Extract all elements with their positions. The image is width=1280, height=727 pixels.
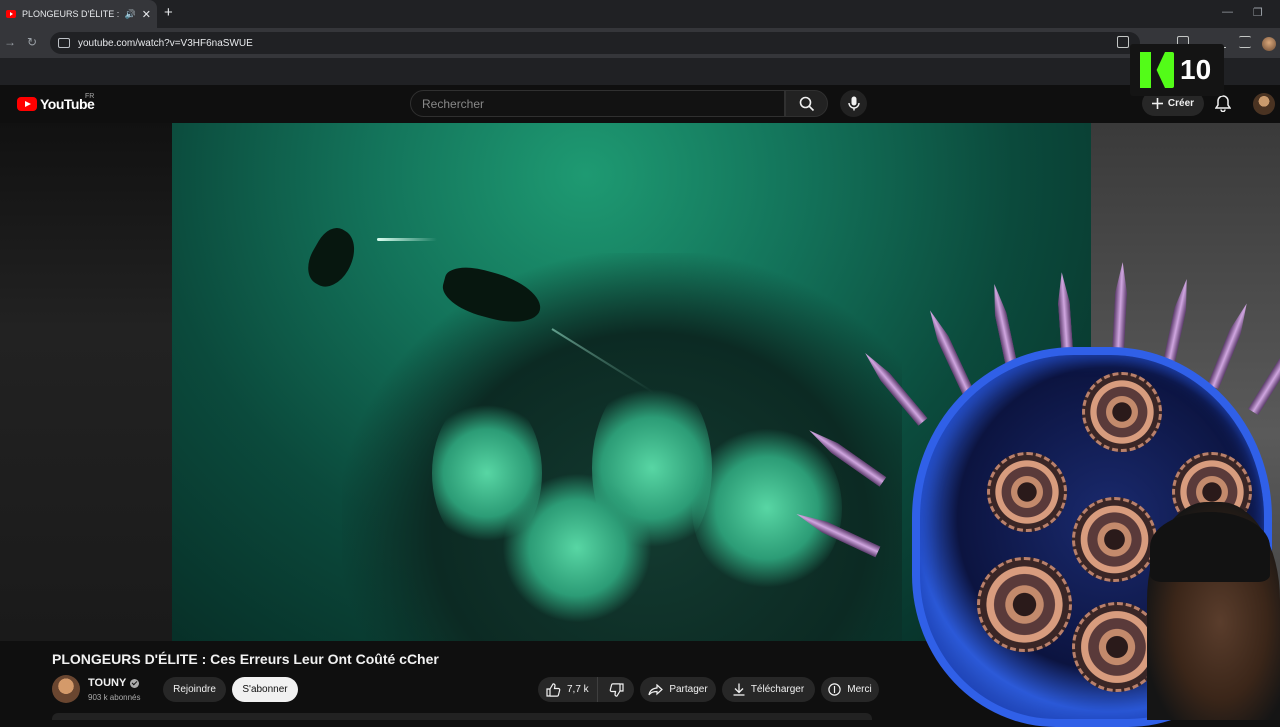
like-button[interactable]: 7,7 k xyxy=(538,677,598,702)
download-button[interactable]: Télécharger xyxy=(722,677,815,702)
minimize-button[interactable]: — xyxy=(1222,6,1233,18)
download-label: Télécharger xyxy=(750,684,805,695)
youtube-logo[interactable]: YouTube xyxy=(17,96,95,112)
gear-icon xyxy=(1082,372,1162,452)
bookmarks-bar xyxy=(0,58,1280,85)
restore-button[interactable]: ❐ xyxy=(1253,6,1263,19)
search-box[interactable] xyxy=(410,90,785,117)
spike-decoration xyxy=(925,308,974,395)
search-icon xyxy=(799,96,814,111)
reading-list-icon[interactable] xyxy=(1239,36,1251,48)
spike-decoration xyxy=(861,349,928,426)
coral-cluster xyxy=(692,423,842,593)
video-title: PLONGEURS D'ÉLITE : Ces Erreurs Leur Ont… xyxy=(52,651,439,667)
like-dislike-group: 7,7 k xyxy=(538,677,634,702)
forward-button[interactable]: → xyxy=(4,35,16,49)
reload-button[interactable]: ↻ xyxy=(27,35,37,49)
youtube-header: YouTube FR Créer xyxy=(0,85,1280,123)
url-text: youtube.com/watch?v=V3HF6naSWUE xyxy=(78,37,253,49)
youtube-play-icon xyxy=(17,97,37,111)
gear-icon xyxy=(987,452,1067,532)
tab-close-button[interactable]: ✕ xyxy=(142,8,151,21)
spike-decoration xyxy=(1207,301,1252,389)
account-avatar[interactable] xyxy=(1253,93,1275,115)
description-box[interactable] xyxy=(52,713,872,720)
kick-viewer-count: 10 xyxy=(1180,54,1212,85)
create-label: Créer xyxy=(1167,98,1195,109)
tab-title: PLONGEURS D'ÉLITE : Ces E xyxy=(22,9,119,19)
bell-icon[interactable] xyxy=(1215,95,1231,112)
search-input[interactable] xyxy=(422,96,784,111)
thanks-button[interactable]: Merci xyxy=(821,677,879,702)
kick-viewer-overlay: 10 xyxy=(1130,44,1224,96)
spike-decoration xyxy=(1248,332,1280,415)
cast-icon[interactable] xyxy=(1117,36,1129,48)
channel-name-text: TOUNY xyxy=(88,677,127,689)
dislike-icon xyxy=(609,682,624,697)
youtube-favicon-icon xyxy=(6,10,16,18)
subscribe-button[interactable]: S'abonner xyxy=(232,677,298,702)
voice-search-button[interactable] xyxy=(840,90,867,117)
share-button[interactable]: Partager xyxy=(640,677,716,702)
search-button[interactable] xyxy=(785,90,828,117)
download-icon xyxy=(733,683,745,696)
like-icon xyxy=(546,682,561,697)
like-count: 7,7 k xyxy=(567,684,589,695)
spike-decoration xyxy=(1112,262,1129,353)
join-label: Rejoindre xyxy=(173,684,216,695)
new-tab-button[interactable]: + xyxy=(164,4,173,21)
thanks-label: Merci xyxy=(847,684,872,695)
video-info: PLONGEURS D'ÉLITE : Ces Erreurs Leur Ont… xyxy=(52,651,872,667)
audio-icon[interactable]: 🔊 xyxy=(125,9,136,20)
plus-icon xyxy=(1151,98,1163,109)
browser-toolbar: → ↻ youtube.com/watch?v=V3HF6naSWUE xyxy=(0,28,1280,58)
thanks-icon xyxy=(828,683,841,696)
subscriber-count: 903 k abonnés xyxy=(88,693,141,702)
gear-icon xyxy=(1072,497,1157,582)
browser-tab-bar: PLONGEURS D'ÉLITE : Ces E 🔊 ✕ + — ❐ xyxy=(0,0,1280,28)
coral-cluster xyxy=(502,473,652,623)
dislike-button[interactable] xyxy=(598,677,634,702)
browser-tab-active[interactable]: PLONGEURS D'ÉLITE : Ces E 🔊 ✕ xyxy=(0,0,157,28)
verified-icon xyxy=(130,678,140,688)
address-bar[interactable]: youtube.com/watch?v=V3HF6naSWUE xyxy=(50,32,1140,54)
channel-avatar[interactable] xyxy=(52,675,80,703)
share-label: Partager xyxy=(669,684,708,695)
join-button[interactable]: Rejoindre xyxy=(163,677,226,702)
kick-logo-icon xyxy=(1140,52,1174,88)
share-icon xyxy=(648,683,664,695)
site-info-icon[interactable] xyxy=(58,38,70,48)
ambient-left xyxy=(0,123,172,641)
spike-decoration xyxy=(1162,278,1192,369)
mic-icon xyxy=(847,96,860,111)
channel-name[interactable]: TOUNY xyxy=(88,677,140,689)
gear-icon xyxy=(977,557,1072,652)
subscribe-label: S'abonner xyxy=(242,684,288,695)
channel-row: TOUNY 903 k abonnés Rejoindre S'abonner … xyxy=(52,675,882,705)
country-code: FR xyxy=(85,93,95,100)
streamer-facecam xyxy=(857,262,1280,727)
browser-profile-avatar[interactable] xyxy=(1262,37,1276,51)
dive-torch-light xyxy=(377,238,437,241)
streamer-cap xyxy=(1150,512,1270,582)
